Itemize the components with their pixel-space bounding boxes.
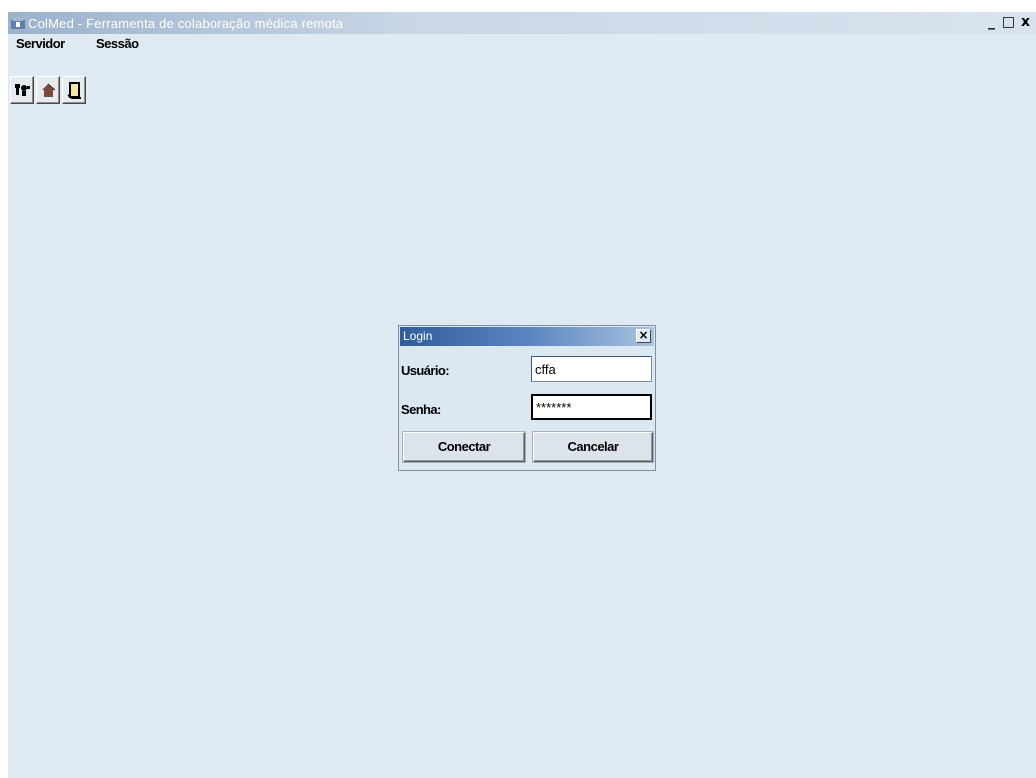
menu-bar: Servidor Sessão — [8, 34, 1036, 54]
login-dialog-title: Login — [403, 329, 433, 343]
scroll-button[interactable] — [62, 76, 86, 104]
username-label: Usuário: — [401, 363, 450, 378]
connect-icon — [15, 84, 30, 96]
close-button[interactable]: x — [1017, 14, 1034, 31]
home-icon — [42, 83, 56, 97]
login-dialog: Login × Usuário: Senha: Conectar Cancela… — [398, 325, 656, 471]
scroll-icon — [67, 82, 81, 99]
window-controls: _ □ x — [983, 14, 1034, 32]
cancel-button[interactable]: Cancelar — [533, 432, 653, 462]
password-field[interactable] — [531, 394, 652, 420]
app-logo-icon — [11, 17, 25, 29]
menu-servidor[interactable]: Servidor — [16, 36, 65, 51]
maximize-button[interactable]: □ — [1000, 14, 1017, 31]
menu-sessao[interactable]: Sessão — [96, 36, 139, 51]
password-label: Senha: — [401, 402, 441, 417]
home-button[interactable] — [36, 76, 60, 104]
minimize-button[interactable]: _ — [983, 14, 1000, 31]
connect-button[interactable] — [10, 76, 34, 104]
connect-button-dialog[interactable]: Conectar — [403, 432, 525, 462]
login-dialog-titlebar[interactable]: Login × — [400, 327, 654, 346]
login-close-button[interactable]: × — [636, 329, 651, 343]
window-titlebar[interactable]: ColMed - Ferramenta de colaboração médic… — [8, 12, 1036, 34]
username-field[interactable] — [531, 356, 652, 382]
window-title: ColMed - Ferramenta de colaboração médic… — [28, 16, 344, 31]
